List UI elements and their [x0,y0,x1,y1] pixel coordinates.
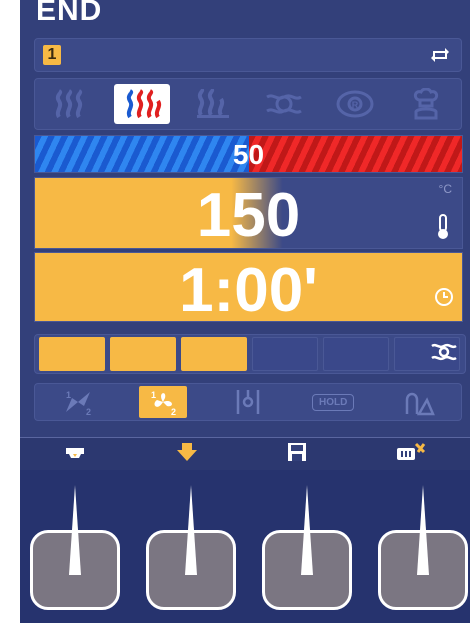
humidity-mode-icon[interactable] [256,84,312,124]
timer-value: 1:00' [179,256,318,325]
key-pointer-1 [69,485,81,575]
phase-step[interactable] [181,337,247,371]
phase-step[interactable] [39,337,105,371]
svg-text:2: 2 [86,407,91,416]
service-icon [396,442,426,467]
probe-icon[interactable] [224,386,272,418]
program-bar: 1 [34,38,462,72]
soft-key-labels [20,437,470,470]
temperature-value: 150 [196,181,301,250]
key-pointer-2 [185,485,197,575]
phase-indicator [34,334,466,374]
combi-mode-icon[interactable] [113,84,170,124]
steam-icon[interactable] [431,341,457,368]
key-pointer-3 [301,485,313,575]
temperature-unit: °C [438,182,452,196]
phase-step[interactable] [110,337,176,371]
download-arrow-icon [175,442,199,467]
svg-text:1: 1 [66,390,71,400]
oven-control-screen: END 1 R 50 150 °C 1:00' 1 2 1 2 HOLD [20,0,470,623]
program-number[interactable]: 1 [43,45,61,65]
save-icon [287,442,307,467]
key-pointer-4 [417,485,429,575]
phase-step[interactable] [323,337,389,371]
chef-mode-icon[interactable] [398,84,454,124]
thermometer-icon [436,214,450,245]
humidity-value: 50 [232,139,265,170]
svg-text:R: R [351,100,358,110]
cooking-mode-icon[interactable] [394,386,442,418]
steam-mode-icon[interactable] [185,84,241,124]
tray-icon [64,444,86,465]
hold-label: HOLD [311,393,355,411]
humidity-balance-bar[interactable]: 50 [34,135,463,173]
fan-controls: 12 12 HOLD [34,383,462,421]
regeneration-mode-icon[interactable]: R [327,84,383,124]
timer-setting[interactable]: 1:00' [34,252,463,325]
fan-speed-icon[interactable]: 12 [138,386,187,418]
clock-icon [434,287,454,312]
cooking-mode-selector: R [34,78,462,130]
keypad [20,470,470,623]
temperature-setting[interactable]: 150 °C [34,177,463,250]
hold-button[interactable]: HOLD [309,386,357,418]
svg-text:2: 2 [171,407,176,416]
svg-text:1: 1 [151,390,156,400]
screen-title: END [36,0,103,27]
fan-half-speed-icon[interactable]: 12 [54,386,102,418]
phase-step[interactable] [252,337,318,371]
loop-icon[interactable] [429,45,451,65]
convection-mode-icon[interactable] [43,84,99,124]
